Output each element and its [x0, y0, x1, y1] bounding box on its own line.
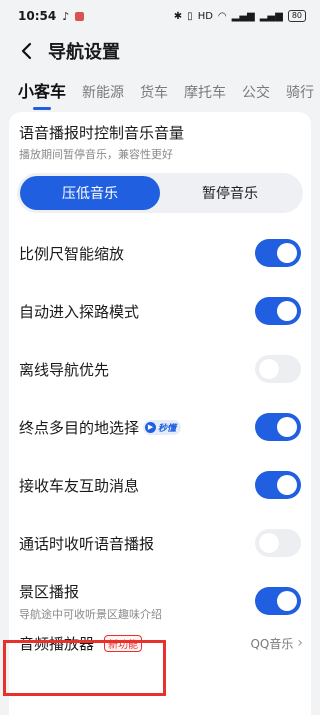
explore-mode-toggle[interactable] — [255, 297, 301, 325]
call-voice-toggle[interactable] — [255, 529, 301, 557]
setting-row-multi-destination[interactable]: 终点多目的地选择 ▶ 秒懂 — [19, 407, 301, 447]
scenic-label: 景区播报 — [19, 582, 80, 601]
tab-bus[interactable]: 公交 — [242, 82, 270, 110]
music-control-title: 语音播报时控制音乐音量 — [19, 124, 185, 142]
setting-label: 终点多目的地选择 ▶ 秒懂 — [19, 417, 182, 438]
setting-row-scale-zoom[interactable]: 比例尺智能缩放 — [19, 233, 301, 273]
tab-cycling[interactable]: 骑行 — [286, 82, 314, 110]
offline-first-toggle[interactable] — [255, 355, 301, 383]
notification-red-icon — [75, 11, 85, 21]
vehicle-tabs: 小客车 新能源 货车 摩托车 公交 骑行 — [0, 70, 320, 110]
setting-label: 离线导航优先 — [19, 360, 110, 379]
scenic-toggle[interactable] — [255, 587, 301, 615]
music-control-segmented: 压低音乐 暂停音乐 — [17, 173, 303, 213]
tab-truck[interactable]: 货车 — [140, 82, 168, 110]
tab-new-energy[interactable]: 新能源 — [82, 82, 124, 110]
app-notification-icon: ♪ — [62, 9, 70, 23]
lower-music-option[interactable]: 压低音乐 — [20, 176, 160, 210]
setting-label: 接收车友互助消息 — [19, 476, 140, 495]
setting-row-call-voice[interactable]: 通话时收听语音播报 — [19, 523, 301, 563]
highlight-annotation-box — [3, 640, 166, 696]
wifi-icon: ◠ — [217, 10, 227, 22]
signal-icon: ▂▄▆ — [231, 10, 255, 22]
chevron-right-icon: › — [297, 635, 303, 651]
multi-destination-toggle[interactable] — [255, 413, 301, 441]
pause-music-option[interactable]: 暂停音乐 — [160, 176, 300, 210]
status-bar: 10:54 ♪ ✱ ▯ HD ◠ ▂▄▆ ▂▄▆ 80 — [0, 0, 320, 32]
tab-car[interactable]: 小客车 — [18, 78, 66, 110]
quick-guide-badge-text: 秒懂 — [158, 423, 177, 434]
play-icon: ▶ — [145, 421, 157, 433]
setting-label-text: 终点多目的地选择 — [19, 418, 140, 437]
status-time: 10:54 — [18, 9, 57, 23]
page-title: 导航设置 — [48, 42, 120, 63]
vibrate-icon: ▯ — [187, 10, 193, 22]
bluetooth-icon: ✱ — [173, 10, 183, 22]
signal-2-icon: ▂▄▆ — [259, 10, 283, 22]
quick-guide-badge[interactable]: ▶ 秒懂 — [143, 419, 182, 435]
tab-motorcycle[interactable]: 摩托车 — [184, 82, 226, 110]
hd-icon: HD — [197, 10, 213, 22]
setting-row-mutual-aid[interactable]: 接收车友互助消息 — [19, 465, 301, 505]
setting-row-explore-mode[interactable]: 自动进入探路模式 — [19, 291, 301, 331]
nav-bar: 导航设置 — [0, 32, 320, 70]
back-arrow-icon[interactable] — [14, 39, 38, 63]
setting-row-offline-first[interactable]: 离线导航优先 — [19, 349, 301, 389]
music-control-subtitle: 播放期间暂停音乐，兼容性更好 — [19, 148, 173, 161]
setting-label: 比例尺智能缩放 — [19, 244, 125, 263]
setting-label: 通话时收听语音播报 — [19, 534, 155, 553]
setting-label: 自动进入探路模式 — [19, 302, 140, 321]
audio-player-value-group[interactable]: QQ音乐 › — [250, 635, 303, 652]
settings-card: 语音播报时控制音乐音量 播放期间暂停音乐，兼容性更好 压低音乐 暂停音乐 比例尺… — [9, 112, 311, 715]
battery-icon: 80 — [287, 10, 306, 22]
scale-zoom-toggle[interactable] — [255, 239, 301, 267]
mutual-aid-toggle[interactable] — [255, 471, 301, 499]
audio-player-value: QQ音乐 — [250, 636, 294, 651]
